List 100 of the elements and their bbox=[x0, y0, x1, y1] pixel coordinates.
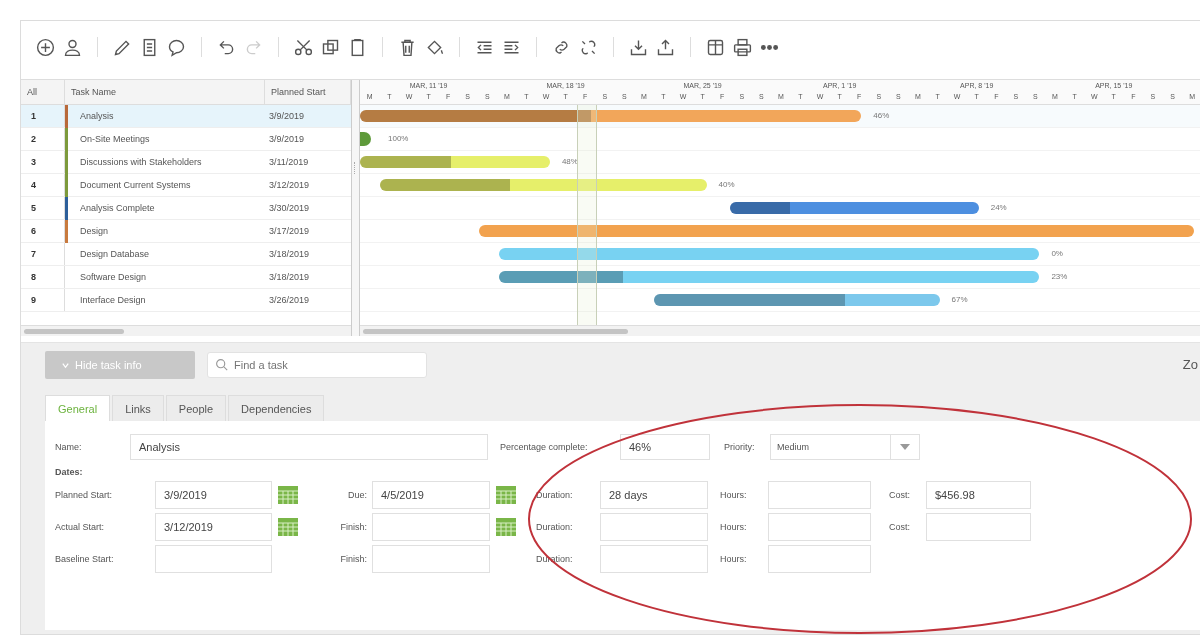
column-header[interactable]: Planned Start bbox=[265, 80, 351, 104]
start-date: 3/9/2019 bbox=[269, 111, 305, 121]
task-bar[interactable] bbox=[653, 294, 940, 306]
start-date: 3/12/2019 bbox=[269, 180, 310, 190]
task-row[interactable]: 8 Software Design 3/18/2019 bbox=[21, 266, 351, 289]
task-bar[interactable] bbox=[379, 179, 707, 191]
scrollbar[interactable] bbox=[21, 325, 351, 336]
task-name: On-Site Meetings bbox=[80, 134, 150, 144]
row-number: 5 bbox=[31, 203, 36, 213]
task-row[interactable]: 5 Analysis Complete 3/30/2019 bbox=[21, 197, 351, 220]
task-bar[interactable] bbox=[360, 156, 550, 168]
task-row[interactable]: 7 Design Database 3/18/2019 bbox=[21, 243, 351, 266]
task-name: Interface Design bbox=[80, 295, 146, 305]
text-field[interactable]: 28 days bbox=[600, 481, 708, 509]
start-date: 3/18/2019 bbox=[269, 249, 310, 259]
progress-label: 100% bbox=[388, 133, 409, 145]
date-field[interactable] bbox=[372, 513, 490, 541]
row-number: 6 bbox=[31, 226, 36, 236]
field-label: Hours: bbox=[719, 522, 748, 532]
text-field[interactable] bbox=[926, 513, 1031, 541]
task-name: Design bbox=[80, 226, 108, 236]
tab[interactable]: People bbox=[165, 395, 227, 421]
column-header[interactable]: Task Name bbox=[65, 80, 265, 104]
field-label: Planned Start: bbox=[55, 490, 114, 500]
print-icon[interactable] bbox=[732, 36, 753, 58]
calendar-icon[interactable] bbox=[278, 518, 298, 536]
task-row[interactable]: 3 Discussions with Stakeholders 3/11/2019 bbox=[21, 151, 351, 174]
field-label: Finish: bbox=[339, 554, 368, 564]
field-label: Name: bbox=[55, 442, 83, 452]
task-bar[interactable] bbox=[499, 248, 1040, 260]
task-name: Document Current Systems bbox=[80, 180, 191, 190]
text-field[interactable] bbox=[768, 481, 871, 509]
task-name: Discussions with Stakeholders bbox=[80, 157, 202, 167]
row-number: 1 bbox=[31, 111, 36, 121]
priority-dropdown[interactable]: Medium bbox=[770, 434, 920, 460]
row-number: 3 bbox=[31, 157, 36, 167]
progress-label: 24% bbox=[990, 202, 1007, 214]
date-field[interactable]: 4/5/2019 bbox=[372, 481, 490, 509]
field-label: Baseline Start: bbox=[55, 554, 115, 564]
task-row[interactable]: 4 Document Current Systems 3/12/2019 bbox=[21, 174, 351, 197]
section-heading: Dates: bbox=[55, 467, 84, 477]
start-date: 3/18/2019 bbox=[269, 272, 310, 282]
text-field[interactable]: $456.98 bbox=[926, 481, 1031, 509]
field-label: Cost: bbox=[888, 522, 911, 532]
text-field[interactable] bbox=[768, 513, 871, 541]
task-bar[interactable] bbox=[730, 202, 979, 214]
tab[interactable]: Links bbox=[112, 395, 164, 421]
progress-label: 40% bbox=[718, 179, 735, 191]
task-row[interactable]: 2 On-Site Meetings 3/9/2019 bbox=[21, 128, 351, 151]
task-name: Design Database bbox=[80, 249, 150, 259]
field-label: Actual Start: bbox=[55, 522, 106, 532]
text-field[interactable] bbox=[155, 545, 272, 573]
splitter-handle[interactable] bbox=[354, 162, 357, 174]
row-number: 7 bbox=[31, 249, 36, 259]
field-label: Hours: bbox=[719, 554, 748, 564]
progress-label: 0% bbox=[1051, 248, 1063, 260]
text-field[interactable] bbox=[768, 545, 871, 573]
row-number: 2 bbox=[31, 134, 36, 144]
zoom-label: Zo bbox=[1182, 357, 1198, 372]
start-date: 3/30/2019 bbox=[269, 203, 310, 213]
calendar-icon[interactable] bbox=[278, 486, 298, 504]
percentage-field[interactable]: 46% bbox=[620, 434, 710, 460]
progress-label: 67% bbox=[951, 294, 968, 306]
start-date: 3/9/2019 bbox=[269, 134, 305, 144]
task-name: Analysis bbox=[80, 111, 114, 121]
dropdown-arrow-icon bbox=[900, 444, 910, 450]
task-bar[interactable] bbox=[360, 110, 862, 122]
row-number: 8 bbox=[31, 272, 36, 282]
add-icon[interactable] bbox=[35, 36, 56, 58]
progress-label: 23% bbox=[1051, 271, 1068, 283]
field-label: Cost: bbox=[888, 490, 911, 500]
field-label: Hours: bbox=[719, 490, 748, 500]
task-name: Analysis Complete bbox=[80, 203, 155, 213]
task-row[interactable]: 1 Analysis 3/9/2019 bbox=[21, 105, 351, 128]
text-field[interactable] bbox=[600, 513, 708, 541]
task-row[interactable]: 6 Design 3/17/2019 bbox=[21, 220, 351, 243]
task-bar[interactable] bbox=[499, 271, 1040, 283]
field-label: Percentage complete: bbox=[500, 442, 589, 452]
search-field[interactable]: Find a task bbox=[207, 352, 427, 378]
field-label: Finish: bbox=[339, 522, 368, 532]
task-bar[interactable] bbox=[479, 225, 1195, 237]
task-row[interactable]: 9 Interface Design 3/26/2019 bbox=[21, 289, 351, 312]
progress-label: 46% bbox=[873, 110, 890, 122]
search-icon bbox=[215, 358, 228, 371]
calendar-icon[interactable] bbox=[496, 486, 516, 504]
scrollbar[interactable] bbox=[360, 325, 1200, 336]
tab[interactable]: Dependencies bbox=[228, 395, 325, 421]
text-field[interactable] bbox=[600, 545, 708, 573]
column-header[interactable]: All bbox=[21, 80, 65, 104]
calendar-icon[interactable] bbox=[496, 518, 516, 536]
field-label: Priority: bbox=[724, 442, 756, 452]
name-field[interactable]: Analysis bbox=[130, 434, 488, 460]
date-field[interactable]: 3/9/2019 bbox=[155, 481, 272, 509]
start-date: 3/17/2019 bbox=[269, 226, 310, 236]
row-number: 9 bbox=[31, 295, 36, 305]
start-date: 3/26/2019 bbox=[269, 295, 310, 305]
field-label: Duration: bbox=[535, 490, 574, 500]
date-field[interactable]: 3/12/2019 bbox=[155, 513, 272, 541]
text-field[interactable] bbox=[372, 545, 490, 573]
field-label: Duration: bbox=[535, 522, 574, 532]
